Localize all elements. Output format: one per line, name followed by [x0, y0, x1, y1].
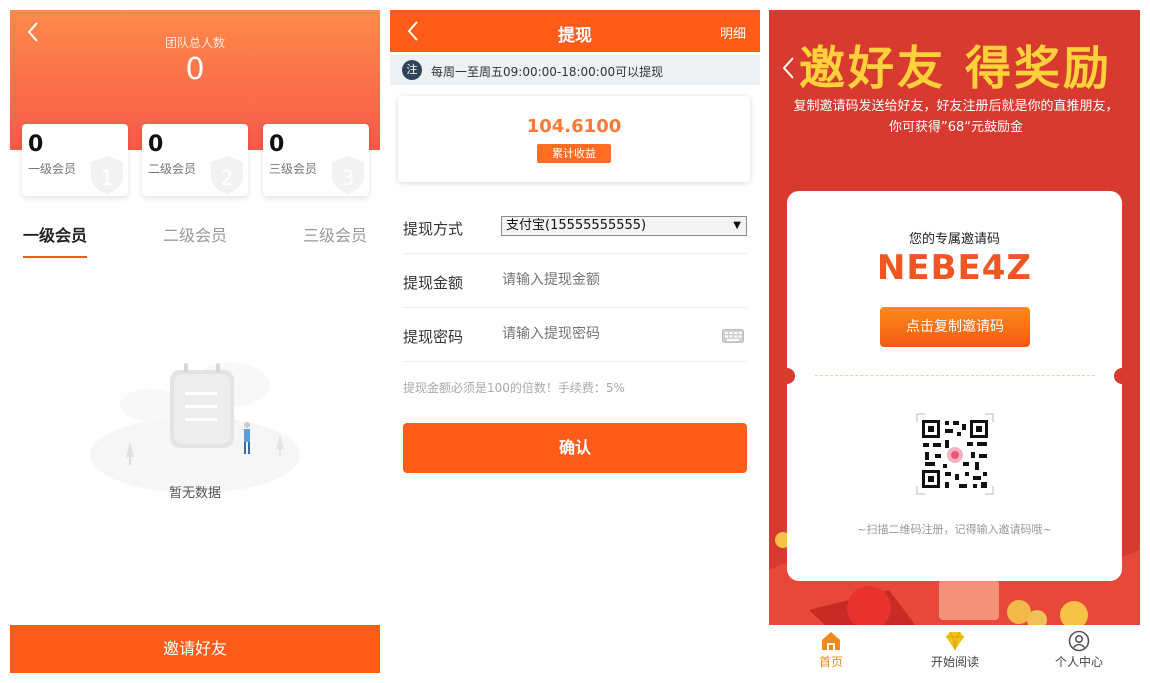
- level-1-card[interactable]: 0 一级会员 1: [22, 124, 128, 196]
- withdraw-panel: 提现 明细 注 每周一至周五09:00:00-18:00:00可以提现 104.…: [390, 10, 760, 673]
- invite-friends-button[interactable]: 邀请好友: [10, 625, 380, 673]
- notice-bar: 注 每周一至周五09:00:00-18:00:00可以提现: [390, 55, 760, 85]
- amount-label: 提现金额: [403, 274, 464, 292]
- keyboard-icon[interactable]: [722, 329, 744, 343]
- earnings-tag: 累计收益: [537, 144, 611, 163]
- scan-hint: ~扫描二维码注册，记得输入邀请码哦~: [857, 523, 1052, 536]
- user-icon: [1068, 630, 1090, 652]
- tab-home[interactable]: 首页: [769, 630, 893, 670]
- password-input[interactable]: [502, 326, 722, 342]
- shield-badge-icon: 1: [91, 156, 123, 194]
- empty-state-illustration: [90, 363, 300, 493]
- page-title: 提现: [558, 26, 592, 46]
- tab-level-1[interactable]: 一级会员: [23, 222, 87, 246]
- password-label: 提现密码: [403, 328, 464, 346]
- level-3-card[interactable]: 0 三级会员 3: [263, 124, 369, 196]
- shield-badge-icon: 2: [211, 156, 243, 194]
- withdraw-hint: 提现金额必须是100的倍数！手续费：5%: [403, 381, 625, 395]
- details-link[interactable]: 明细: [720, 23, 746, 42]
- shield-badge-icon: 3: [332, 156, 364, 194]
- divider: [815, 375, 1095, 376]
- level-2-card[interactable]: 0 二级会员 2: [142, 124, 248, 196]
- bottom-tab-bar: 首页 开始阅读 个人中心: [769, 625, 1140, 673]
- notice-text: 每周一至周五09:00:00-18:00:00可以提现: [431, 65, 664, 79]
- tab-start-reading-label: 开始阅读: [930, 655, 979, 669]
- level-2-label: 二级会员: [148, 162, 197, 176]
- empty-state-text: 暂无数据: [168, 486, 221, 501]
- team-total-label: 团队总人数: [164, 36, 225, 50]
- level-3-count: 0: [269, 132, 285, 157]
- confirm-button[interactable]: 确认: [403, 423, 747, 473]
- level-3-label: 三级会员: [269, 162, 318, 176]
- back-arrow-icon[interactable]: [779, 54, 799, 82]
- card-notch-left: [779, 368, 795, 384]
- invite-code: NEBE4Z: [876, 248, 1033, 288]
- invite-panel: 邀好友 得奖励 复制邀请码发送给好友，好友注册后就是你的直推朋友，你可获得”68…: [769, 10, 1140, 673]
- password-row: 提现密码: [403, 308, 747, 362]
- method-select[interactable]: 支付宝(15555555555) ▼: [501, 216, 747, 236]
- amount-row: 提现金额: [403, 254, 747, 308]
- withdraw-header: 提现 明细: [390, 10, 760, 52]
- method-label: 提现方式: [403, 220, 464, 238]
- dropdown-arrow-icon: ▼: [733, 220, 741, 231]
- method-row: 提现方式 支付宝(15555555555) ▼: [403, 200, 747, 254]
- team-total-count: 0: [185, 52, 205, 87]
- home-icon: [822, 632, 840, 650]
- svg-text:3: 3: [342, 166, 355, 190]
- invite-code-title: 您的专属邀请码: [908, 232, 1000, 247]
- tab-profile[interactable]: 个人中心: [1017, 630, 1140, 670]
- tab-level-3[interactable]: 三级会员: [303, 222, 367, 246]
- qr-code: [916, 413, 994, 495]
- notice-icon: 注: [402, 60, 422, 80]
- team-panel: 团队总人数 0 0 一级会员 1 0 二级会员 2 0 三级会员 3 一级会员 …: [10, 10, 380, 673]
- active-tab-indicator: [23, 256, 87, 258]
- method-value: 支付宝(15555555555): [506, 218, 647, 233]
- tab-level-2[interactable]: 二级会员: [163, 222, 227, 246]
- tab-start-reading[interactable]: 开始阅读: [893, 630, 1017, 670]
- earnings-card: 104.6100 累计收益: [398, 96, 750, 182]
- member-tabs: 一级会员 二级会员 三级会员: [10, 222, 380, 262]
- earnings-value: 104.6100: [526, 116, 622, 137]
- tab-profile-label: 个人中心: [1054, 655, 1103, 669]
- svg-text:2: 2: [221, 166, 234, 190]
- copy-code-button[interactable]: 点击复制邀请码: [880, 307, 1030, 347]
- diamond-icon: [946, 631, 964, 651]
- amount-input[interactable]: [502, 272, 722, 288]
- invite-headline: 邀好友 得奖励: [799, 41, 1113, 95]
- svg-text:1: 1: [101, 166, 114, 190]
- card-notch-right: [1114, 368, 1130, 384]
- level-2-count: 0: [148, 132, 164, 157]
- tab-home-label: 首页: [818, 655, 843, 669]
- level-1-label: 一级会员: [28, 162, 77, 176]
- invite-description: 复制邀请码发送给好友，好友注册后就是你的直推朋友，你可获得”68“元鼓励金: [793, 99, 1119, 135]
- level-1-count: 0: [28, 132, 44, 157]
